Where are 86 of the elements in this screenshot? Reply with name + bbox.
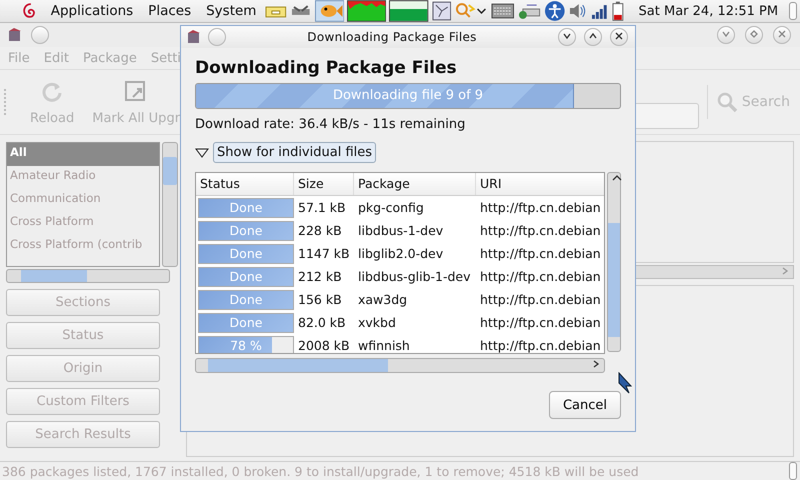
filter-list-item[interactable]: Communication: [7, 189, 159, 212]
filter-button[interactable]: Search Results: [6, 421, 160, 448]
package-cell-text: libglib2.0-dev: [357, 246, 444, 261]
close-button[interactable]: [610, 28, 628, 46]
size-cell-text: 1147 kB: [297, 246, 351, 261]
column-header[interactable]: Size: [294, 173, 354, 195]
panel-menu[interactable]: Applications: [44, 3, 140, 19]
column-header[interactable]: Package: [354, 173, 476, 195]
status-text: Done: [228, 314, 264, 332]
vertical-scrollbar[interactable]: [162, 142, 178, 267]
panel-menu[interactable]: Places: [142, 3, 198, 19]
uri-cell-text: http://ftp.cn.debian: [479, 292, 602, 307]
menu-item[interactable]: Setti: [150, 50, 181, 66]
dialog-heading: Downloading Package Files: [195, 58, 458, 78]
cancel-button[interactable]: Cancel: [549, 391, 621, 419]
filter-button[interactable]: Sections: [6, 289, 160, 316]
uri-cell-text: http://ftp.cn.debian: [479, 200, 602, 215]
size-cell-text: 82.0 kB: [297, 315, 347, 330]
chevron-down-icon: [722, 30, 730, 38]
toolbar-button[interactable]: Reload: [21, 78, 84, 126]
window-icon[interactable]: [432, 1, 452, 21]
horizontal-scrollbar[interactable]: [6, 269, 170, 283]
vertical-scrollbar[interactable]: [607, 172, 621, 352]
menu-item[interactable]: Edit: [44, 50, 69, 66]
filter-button[interactable]: Origin: [6, 355, 160, 382]
horizontal-scrollbar[interactable]: [195, 358, 605, 373]
chevron-down-icon: [563, 32, 571, 40]
status-text: Done: [228, 290, 264, 308]
size-cell-text: 212 kB: [297, 269, 343, 284]
chevron-up-icon: [589, 32, 597, 40]
status-text: Done: [228, 222, 264, 240]
panel-handle[interactable]: [789, 2, 798, 20]
status-text: Done: [228, 268, 264, 286]
package-cell-text: wfinnish: [357, 338, 411, 353]
size-cell-text: 228 kB: [297, 223, 343, 238]
filter-list-item[interactable]: All: [7, 143, 159, 166]
column-header[interactable]: URI: [476, 173, 604, 195]
uri-cell-text: http://ftp.cn.debian: [479, 338, 602, 353]
package-cell-text: pkg-config: [357, 200, 425, 215]
minimize-button[interactable]: [558, 28, 576, 46]
filter-list-item[interactable]: Amateur Radio: [7, 166, 159, 189]
resize-grip[interactable]: [789, 462, 797, 480]
menu-item[interactable]: Package: [82, 50, 137, 66]
dialog-title: Downloading Package Files: [306, 30, 478, 44]
pointer-cursor-icon: [618, 372, 632, 394]
cpu-graph-icon[interactable]: [347, 0, 386, 22]
menu-item[interactable]: File: [8, 50, 30, 66]
filter-list-item[interactable]: Cross Platform (contrib: [7, 235, 159, 258]
battery-icon[interactable]: [612, 1, 624, 21]
memory-graph-icon[interactable]: [389, 0, 429, 22]
status-text: 386 packages listed, 1767 installed, 0 broken. 9 to install/upgrade, 1 to remove; 4518 kB will be used: [2, 464, 639, 478]
size-cell-text: 57.1 kB: [297, 200, 347, 215]
expander-button[interactable]: Show for individual files: [213, 142, 376, 163]
package-cell-text: xvkbd: [357, 315, 397, 330]
maximize-button[interactable]: [584, 28, 602, 46]
size-cell-text: 2008 kB: [297, 338, 351, 353]
progress-text: Downloading file 9 of 9: [332, 87, 484, 105]
uri-cell-text: http://ftp.cn.debian: [479, 269, 602, 284]
search-icon: [716, 91, 738, 113]
status-text: 78 %: [229, 336, 263, 353]
signal-icon[interactable]: [591, 2, 609, 20]
close-icon: [615, 32, 623, 40]
status-text: Done: [228, 198, 264, 216]
swirl-logo-icon[interactable]: [22, 2, 38, 20]
filter-button[interactable]: Status: [6, 322, 160, 349]
download-rate: Download rate: 36.4 kB/s - 11s remaining: [195, 117, 466, 132]
diamond-icon: [750, 30, 758, 38]
clock[interactable]: Sat Mar 24, 12:51 PM: [638, 4, 778, 18]
uri-cell-text: http://ftp.cn.debian: [479, 315, 602, 330]
toolbar-grip[interactable]: [4, 89, 9, 115]
package-cell-text: libdbus-1-dev: [357, 223, 444, 238]
expander-icon[interactable]: [195, 148, 209, 158]
toolbar-button[interactable]: Mark All Upgr: [83, 78, 190, 126]
uri-cell-text: http://ftp.cn.debian: [479, 223, 602, 238]
status-text: Done: [228, 244, 264, 262]
package-cell-text: libdbus-glib-1-dev: [357, 269, 472, 284]
filter-button[interactable]: Custom Filters: [6, 388, 160, 415]
panel-menu[interactable]: System: [200, 3, 262, 19]
filter-list-item[interactable]: Cross Platform: [7, 212, 159, 235]
accessibility-icon[interactable]: [544, 0, 566, 22]
size-cell-text: 156 kB: [297, 292, 343, 307]
uri-cell-text: http://ftp.cn.debian: [479, 246, 602, 261]
package-cell-text: xaw3dg: [357, 292, 408, 307]
column-header[interactable]: Status: [196, 173, 294, 195]
close-icon: [778, 30, 786, 38]
keyboard-icon[interactable]: [490, 2, 514, 20]
